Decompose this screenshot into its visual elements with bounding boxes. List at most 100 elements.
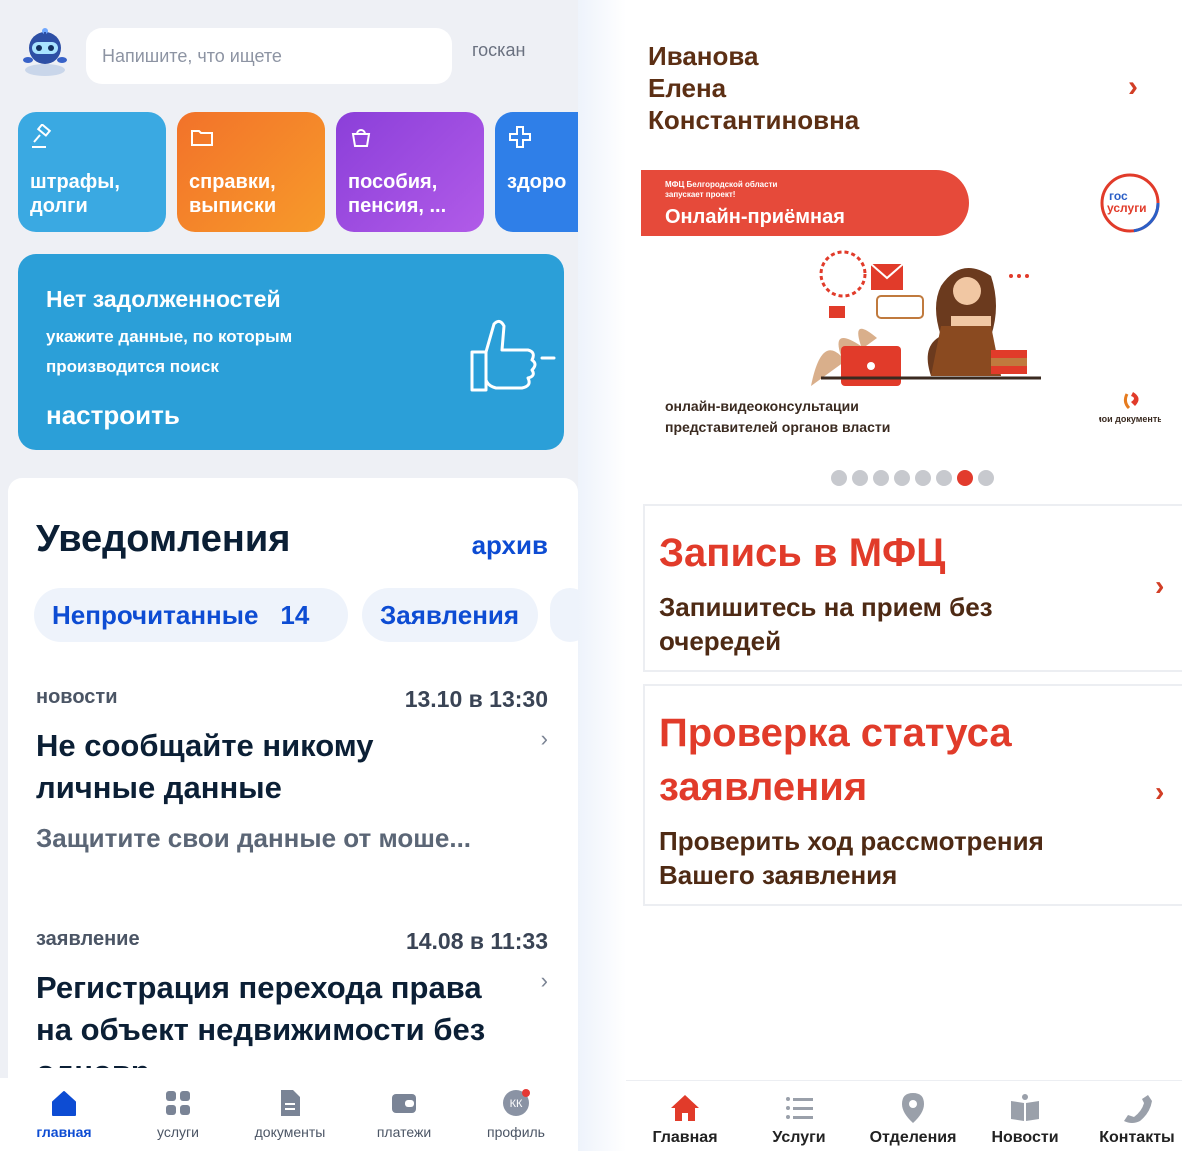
nav-home[interactable]: Главная [630, 1091, 740, 1147]
nav-label: услуги [157, 1124, 199, 1140]
banner-title: Нет задолженностей [46, 286, 281, 312]
nav-label: Новости [991, 1129, 1059, 1146]
card-title: Запись в МФЦ [659, 531, 946, 575]
notification-date: 14.08 в 11:33 [405, 928, 548, 954]
goscan-label: госкан [472, 40, 526, 60]
screen-divider [578, 0, 626, 1151]
debts-banner[interactable]: Нет задолженностей укажите данные, по ко… [18, 254, 564, 450]
tile-label: справки, выписки [189, 171, 277, 217]
user-first-name: Елена [648, 73, 727, 103]
card-subtitle: Запишитесь на прием без очередей [659, 592, 993, 656]
promo-small-line1: МФЦ Белгородской области [665, 180, 778, 189]
avatar-icon: КК [503, 1089, 530, 1116]
nav-label: документы [254, 1124, 326, 1140]
list-icon [786, 1097, 813, 1119]
map-pin-icon [902, 1093, 924, 1123]
home-icon [52, 1091, 76, 1116]
unread-count-badge: 14 [280, 599, 310, 630]
tab-more[interactable] [550, 588, 578, 642]
tab-applications[interactable]: Заявления [362, 588, 538, 642]
search-input[interactable]: Напишите, что ищете [86, 28, 452, 84]
card-title: Проверка статуса заявления [659, 711, 1012, 809]
mfc-app-screen: Иванова Елена Константиновна › МФЦ Белго… [626, 0, 1182, 1151]
nav-label: Главная [652, 1129, 718, 1146]
user-patronymic: Константиновна [648, 105, 860, 135]
mfc-appointment-card[interactable]: Запись в МФЦ Запишитесь на прием без оче… [643, 504, 1182, 672]
nav-label: профиль [487, 1124, 545, 1140]
nav-payments[interactable]: платежи [354, 1088, 454, 1140]
nav-news[interactable]: Новости [970, 1091, 1080, 1147]
notification-item[interactable]: новости 13.10 в 13:30 › Не сообщайте ник… [36, 686, 548, 854]
top-area: Напишите, что ищете госкан штрафы, долги… [0, 0, 578, 478]
nav-home[interactable]: главная [14, 1088, 114, 1140]
notification-headline: Регистрация перехода права на объект нед… [36, 970, 486, 1068]
tile-label: пособия, пенсия, ... [348, 171, 447, 217]
archive-link[interactable]: архив [472, 530, 548, 561]
carousel-dot[interactable] [915, 470, 931, 486]
carousel-dot[interactable] [978, 470, 994, 486]
carousel-dot[interactable] [873, 470, 889, 486]
notification-body: Защитите свои данные от моше... [36, 823, 472, 853]
service-tiles: штрафы, долги справки, выписки пособия, … [18, 112, 578, 232]
notification-headline: Не сообщайте никому личные данные [36, 728, 374, 805]
promo-pill: МФЦ Белгородской области запускает проек… [641, 170, 969, 236]
card-subtitle: Проверить ход рассмотрения Вашего заявле… [659, 826, 1044, 890]
chevron-right-icon: › [1155, 776, 1165, 807]
configure-button[interactable]: настроить [46, 400, 180, 431]
wallet-icon [392, 1094, 416, 1113]
notifications-title: Уведомления [36, 518, 291, 560]
carousel-dot[interactable] [831, 470, 847, 486]
tile-benefits[interactable]: пособия, пенсия, ... [336, 112, 484, 232]
carousel-indicator [831, 470, 994, 486]
nav-label: Отделения [869, 1129, 957, 1146]
nav-contacts[interactable]: Контакты [1082, 1091, 1182, 1147]
promo-small-line2: запускает проект! [665, 190, 736, 199]
tab-unread[interactable]: Непрочитанные 14 [34, 588, 348, 642]
assistant-robot-icon[interactable] [18, 26, 72, 80]
chevron-right-icon: › [1155, 570, 1165, 601]
goscan-button[interactable]: госкан [472, 40, 525, 61]
tile-fines[interactable]: штрафы, долги [18, 112, 166, 232]
notifications-panel: Уведомления архив Непрочитанные 14 Заявл… [8, 478, 578, 1078]
nav-profile[interactable]: КК профиль [466, 1088, 566, 1140]
moi-logo-text: мои документы [1099, 414, 1161, 424]
chevron-right-icon: › [540, 968, 548, 993]
grid-icon [166, 1091, 190, 1115]
nav-label: Контакты [1099, 1129, 1175, 1146]
carousel-dot[interactable] [852, 470, 868, 486]
nav-services[interactable]: услуги [128, 1088, 228, 1140]
moi-dokumenty-logo: мои документы [1099, 392, 1161, 424]
carousel-dot[interactable] [894, 470, 910, 486]
gosuslugi-logo: гос услуги [1100, 173, 1160, 233]
nav-label: Услуги [772, 1129, 826, 1146]
nav-documents[interactable]: документы [240, 1088, 340, 1140]
screenshot-stage: Напишите, что ищете госкан штрафы, долги… [0, 0, 1182, 1151]
carousel-dot[interactable] [936, 470, 952, 486]
health-cross-icon [509, 126, 531, 148]
nav-branches[interactable]: Отделения [858, 1091, 968, 1147]
promo-slide[interactable]: МФЦ Белгородской области запускает проек… [641, 160, 1182, 450]
tab-unread-label: Непрочитанные [52, 599, 259, 630]
document-icon [281, 1090, 300, 1116]
status-check-card[interactable]: Проверка статуса заявления Проверить ход… [643, 684, 1182, 906]
promo-caption-line1: онлайн-видеоконсультации [665, 398, 859, 414]
bottom-navigation: главная услуги документы платежи КК проф… [0, 1078, 578, 1151]
promo-caption-line2: представителей органов власти [665, 419, 891, 435]
tile-certificates[interactable]: справки, выписки [177, 112, 325, 232]
chevron-right-icon[interactable]: › [1128, 70, 1138, 104]
gavel-icon [32, 123, 52, 148]
nav-services[interactable]: Услуги [744, 1091, 854, 1147]
notification-item[interactable]: заявление 14.08 в 11:33 › Регистрация пе… [36, 928, 548, 1068]
purse-icon [351, 129, 371, 147]
consultant-illustration [811, 250, 1041, 386]
gos-logo-line2: услуги [1107, 201, 1147, 215]
promo-title: Онлайн-приёмная [665, 206, 845, 228]
nav-label: главная [36, 1124, 92, 1140]
user-profile-name[interactable]: Иванова Елена Константиновна [648, 40, 859, 136]
carousel-dot[interactable] [957, 470, 973, 486]
home-icon [671, 1095, 699, 1121]
bottom-navigation: Главная Услуги Отделения Новости Контакт… [626, 1080, 1182, 1151]
banner-subtitle: укажите данные, по которым производится … [46, 327, 293, 376]
tile-health[interactable]: здоро [495, 112, 578, 232]
tab-applications-label: Заявления [380, 599, 520, 630]
